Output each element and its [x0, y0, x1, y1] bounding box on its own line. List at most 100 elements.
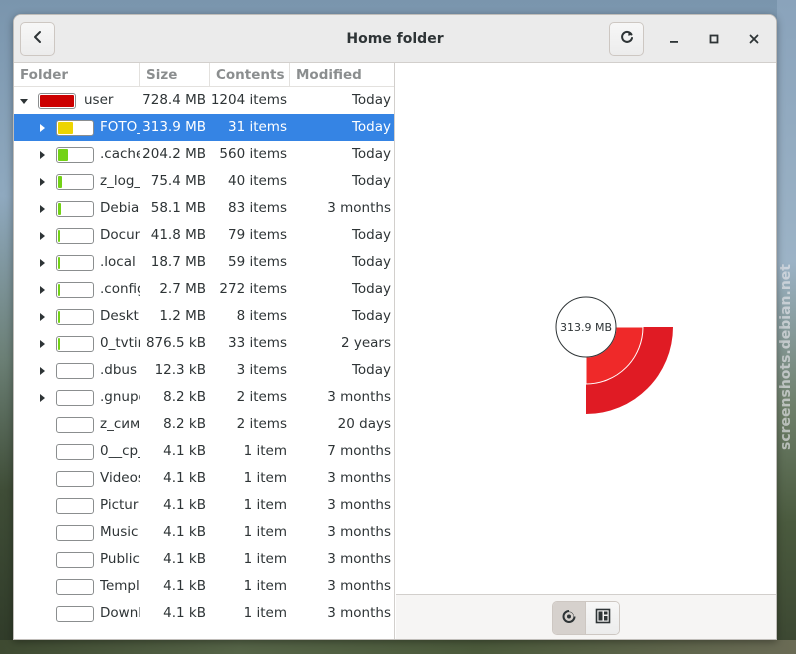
column-header-modified[interactable]: Modified — [290, 63, 394, 87]
expander-collapsed-icon[interactable] — [35, 303, 49, 330]
tree-row[interactable]: 0_tvtir 876.5 kB 33 items 2 years — [14, 330, 394, 357]
usage-bar-fill — [58, 230, 60, 242]
usage-bar-fill — [58, 149, 68, 161]
rings-chart-area[interactable]: 313.9 MB — [396, 63, 776, 594]
tree-row[interactable]: z_сим 8.2 kB 2 items 20 days — [14, 411, 394, 438]
close-icon — [748, 30, 760, 49]
folder-name: 0_tvtir — [100, 335, 140, 351]
folder-name: Templ — [100, 578, 140, 594]
tree-row[interactable]: z_log_ 75.4 MB 40 items Today — [14, 168, 394, 195]
folder-contents: 272 items — [219, 281, 287, 297]
rings-chart[interactable]: 313.9 MB — [396, 63, 776, 594]
ring-center-label: 313.9 MB — [560, 321, 612, 334]
headerbar: Home folder — [14, 15, 776, 63]
tree-row[interactable]: .local 18.7 MB 59 items Today — [14, 249, 394, 276]
maximize-icon — [708, 30, 720, 49]
expander-collapsed-icon[interactable] — [35, 357, 49, 384]
tree-row[interactable]: Docun 41.8 MB 79 items Today — [14, 222, 394, 249]
expander-collapsed-icon[interactable] — [35, 249, 49, 276]
folder-size: 8.2 kB — [163, 416, 206, 432]
folder-modified: Today — [351, 254, 391, 270]
folder-size: 41.8 MB — [150, 227, 206, 243]
folder-modified: Today — [351, 227, 391, 243]
tree-row[interactable]: user 728.4 MB 1204 items Today — [14, 87, 394, 114]
tree-row[interactable]: FOTO_ 313.9 MB 31 items Today — [14, 114, 394, 141]
tree-row[interactable]: Public 4.1 kB 1 item 3 months — [14, 546, 394, 573]
usage-bar — [56, 363, 94, 379]
folder-name: FOTO_ — [100, 119, 140, 135]
folder-contents: 1 item — [243, 524, 287, 540]
folder-contents: 79 items — [227, 227, 287, 243]
treemap-view-button[interactable] — [586, 602, 619, 634]
tree-row[interactable]: Downl 4.1 kB 1 item 3 months — [14, 600, 394, 627]
maximize-button[interactable] — [700, 25, 728, 53]
folder-contents: 8 items — [236, 308, 287, 324]
tree-row[interactable]: Debia 58.1 MB 83 items 3 months — [14, 195, 394, 222]
usage-bar — [56, 498, 94, 514]
expander-collapsed-icon[interactable] — [35, 195, 49, 222]
tree-row[interactable]: .cache 204.2 MB 560 items Today — [14, 141, 394, 168]
column-header-folder[interactable]: Folder — [14, 63, 140, 87]
folder-name: Music — [100, 524, 139, 540]
folder-modified: 3 months — [327, 551, 391, 567]
usage-bar — [56, 336, 94, 352]
folder-size: 4.1 kB — [163, 551, 206, 567]
folder-tree[interactable]: Folder Size Contents Modified user 728.4 … — [14, 63, 395, 639]
folder-size: 4.1 kB — [163, 605, 206, 621]
usage-bar-fill — [58, 284, 60, 296]
expander-collapsed-icon[interactable] — [35, 168, 49, 195]
folder-name: Debia — [100, 200, 140, 216]
folder-name: z_сим — [100, 416, 140, 432]
usage-bar — [56, 552, 94, 568]
tree-row[interactable]: .gnupg 8.2 kB 2 items 3 months — [14, 384, 394, 411]
usage-bar — [56, 606, 94, 622]
desktop-background-bottom — [0, 640, 796, 654]
folder-modified: 3 months — [327, 524, 391, 540]
tree-row[interactable]: Videos 4.1 kB 1 item 3 months — [14, 465, 394, 492]
expander-collapsed-icon[interactable] — [35, 384, 49, 411]
tree-row[interactable]: .dbus 12.3 kB 3 items Today — [14, 357, 394, 384]
tree-row[interactable]: .config 2.7 MB 272 items Today — [14, 276, 394, 303]
column-header-contents[interactable]: Contents — [210, 63, 290, 87]
folder-name: Deskt — [100, 308, 139, 324]
treemap-chart-icon — [595, 608, 611, 628]
app-window: Home folder Folder Size Contents Modifie… — [13, 14, 777, 640]
expander-collapsed-icon[interactable] — [35, 114, 49, 141]
folder-name: .gnupg — [100, 389, 140, 405]
usage-bar-fill — [58, 338, 60, 350]
expander-expanded-icon[interactable] — [17, 87, 31, 114]
column-header-size[interactable]: Size — [140, 63, 210, 87]
usage-bar — [56, 471, 94, 487]
folder-size: 18.7 MB — [150, 254, 206, 270]
tree-row[interactable]: Music 4.1 kB 1 item 3 months — [14, 519, 394, 546]
folder-contents: 1 item — [243, 470, 287, 486]
close-button[interactable] — [740, 25, 768, 53]
expander-collapsed-icon[interactable] — [35, 276, 49, 303]
rings-view-button[interactable] — [553, 602, 587, 634]
minimize-button[interactable] — [660, 25, 688, 53]
reload-button[interactable] — [609, 22, 644, 56]
folder-name: .config — [100, 281, 140, 297]
tree-row[interactable]: Pictur 4.1 kB 1 item 3 months — [14, 492, 394, 519]
folder-modified: Today — [351, 146, 391, 162]
folder-contents: 2 items — [236, 416, 287, 432]
tree-row[interactable]: Deskt 1.2 MB 8 items Today — [14, 303, 394, 330]
folder-contents: 31 items — [227, 119, 287, 135]
expander-collapsed-icon[interactable] — [35, 330, 49, 357]
tree-row[interactable]: 0__cp_ 4.1 kB 1 item 7 months — [14, 438, 394, 465]
usage-bar — [56, 309, 94, 325]
usage-bar-fill — [58, 176, 62, 188]
view-refresh-icon — [619, 29, 635, 49]
tree-row[interactable]: Templ 4.1 kB 1 item 3 months — [14, 573, 394, 600]
expander-collapsed-icon[interactable] — [35, 141, 49, 168]
folder-size: 4.1 kB — [163, 443, 206, 459]
expander-collapsed-icon[interactable] — [35, 222, 49, 249]
folder-contents: 2 items — [236, 389, 287, 405]
back-button[interactable] — [20, 22, 55, 56]
folder-size: 8.2 kB — [163, 389, 206, 405]
folder-contents: 1 item — [243, 551, 287, 567]
folder-modified: 3 months — [327, 200, 391, 216]
folder-size: 4.1 kB — [163, 470, 206, 486]
chart-toolbar — [396, 594, 776, 639]
folder-contents: 59 items — [227, 254, 287, 270]
